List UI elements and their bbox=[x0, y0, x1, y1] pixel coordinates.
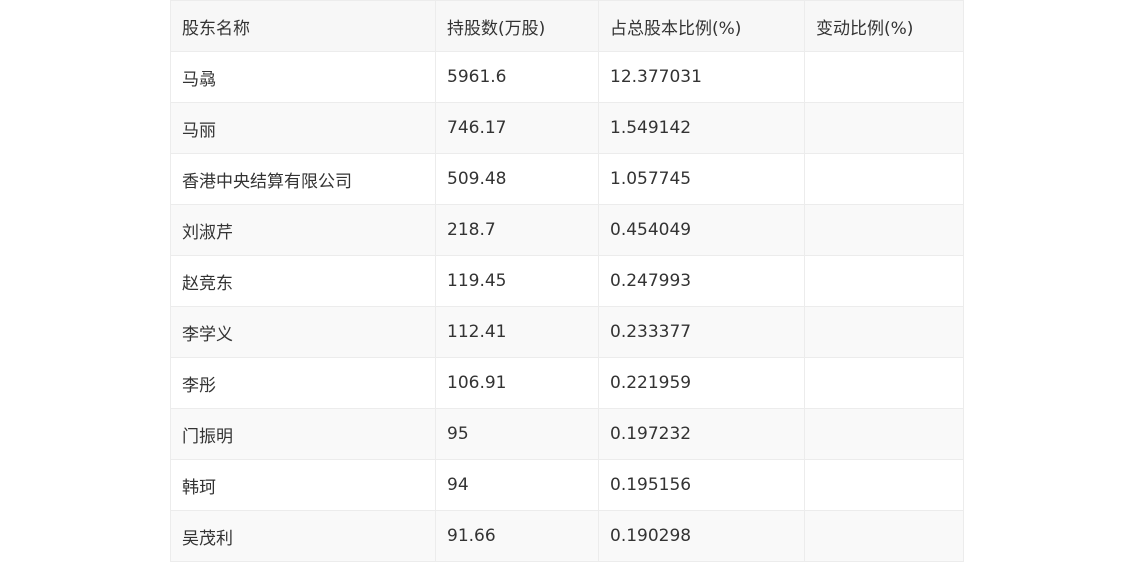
table-row: 香港中央结算有限公司 509.48 1.057745 bbox=[170, 153, 964, 205]
cell-shareholder-name: 李彤 bbox=[170, 357, 436, 409]
cell-shareholder-name: 韩珂 bbox=[170, 459, 436, 511]
cell-shareholder-name: 马骉 bbox=[170, 51, 436, 103]
table-row: 李学义 112.41 0.233377 bbox=[170, 306, 964, 358]
shareholder-table-container: 股东名称 持股数(万股) 占总股本比例(%) 变动比例(%) 马骉 5961.6… bbox=[170, 0, 964, 562]
cell-change-ratio bbox=[804, 255, 964, 307]
table-row: 马骉 5961.6 12.377031 bbox=[170, 51, 964, 103]
cell-shareholder-name: 马丽 bbox=[170, 102, 436, 154]
cell-shares-held: 112.41 bbox=[435, 306, 599, 358]
cell-shareholder-name: 李学义 bbox=[170, 306, 436, 358]
table-row: 赵竞东 119.45 0.247993 bbox=[170, 255, 964, 307]
cell-shares-held: 5961.6 bbox=[435, 51, 599, 103]
shareholder-table: 股东名称 持股数(万股) 占总股本比例(%) 变动比例(%) 马骉 5961.6… bbox=[170, 0, 964, 562]
table-row: 韩珂 94 0.195156 bbox=[170, 459, 964, 511]
cell-shares-held: 106.91 bbox=[435, 357, 599, 409]
cell-shareholder-name: 门振明 bbox=[170, 408, 436, 460]
table-row: 吴茂利 91.66 0.190298 bbox=[170, 510, 964, 562]
table-row: 门振明 95 0.197232 bbox=[170, 408, 964, 460]
cell-change-ratio bbox=[804, 306, 964, 358]
cell-share-ratio: 0.233377 bbox=[598, 306, 805, 358]
header-shares-held: 持股数(万股) bbox=[435, 0, 599, 52]
cell-shares-held: 95 bbox=[435, 408, 599, 460]
cell-share-ratio: 0.221959 bbox=[598, 357, 805, 409]
cell-share-ratio: 0.190298 bbox=[598, 510, 805, 562]
cell-change-ratio bbox=[804, 51, 964, 103]
header-change-ratio: 变动比例(%) bbox=[804, 0, 964, 52]
cell-shares-held: 91.66 bbox=[435, 510, 599, 562]
cell-share-ratio: 0.197232 bbox=[598, 408, 805, 460]
cell-share-ratio: 0.195156 bbox=[598, 459, 805, 511]
header-shareholder-name: 股东名称 bbox=[170, 0, 436, 52]
cell-change-ratio bbox=[804, 459, 964, 511]
table-row: 李彤 106.91 0.221959 bbox=[170, 357, 964, 409]
cell-shareholder-name: 香港中央结算有限公司 bbox=[170, 153, 436, 205]
cell-change-ratio bbox=[804, 102, 964, 154]
table-row: 马丽 746.17 1.549142 bbox=[170, 102, 964, 154]
table-row: 刘淑芹 218.7 0.454049 bbox=[170, 204, 964, 256]
cell-shares-held: 94 bbox=[435, 459, 599, 511]
cell-change-ratio bbox=[804, 510, 964, 562]
cell-shareholder-name: 刘淑芹 bbox=[170, 204, 436, 256]
cell-share-ratio: 1.549142 bbox=[598, 102, 805, 154]
cell-change-ratio bbox=[804, 408, 964, 460]
cell-share-ratio: 1.057745 bbox=[598, 153, 805, 205]
cell-shareholder-name: 赵竞东 bbox=[170, 255, 436, 307]
cell-shares-held: 218.7 bbox=[435, 204, 599, 256]
cell-shares-held: 509.48 bbox=[435, 153, 599, 205]
cell-shares-held: 119.45 bbox=[435, 255, 599, 307]
cell-change-ratio bbox=[804, 357, 964, 409]
table-header-row: 股东名称 持股数(万股) 占总股本比例(%) 变动比例(%) bbox=[170, 0, 964, 52]
cell-share-ratio: 0.454049 bbox=[598, 204, 805, 256]
cell-shares-held: 746.17 bbox=[435, 102, 599, 154]
cell-change-ratio bbox=[804, 204, 964, 256]
header-share-ratio: 占总股本比例(%) bbox=[598, 0, 805, 52]
cell-share-ratio: 0.247993 bbox=[598, 255, 805, 307]
cell-shareholder-name: 吴茂利 bbox=[170, 510, 436, 562]
cell-share-ratio: 12.377031 bbox=[598, 51, 805, 103]
cell-change-ratio bbox=[804, 153, 964, 205]
